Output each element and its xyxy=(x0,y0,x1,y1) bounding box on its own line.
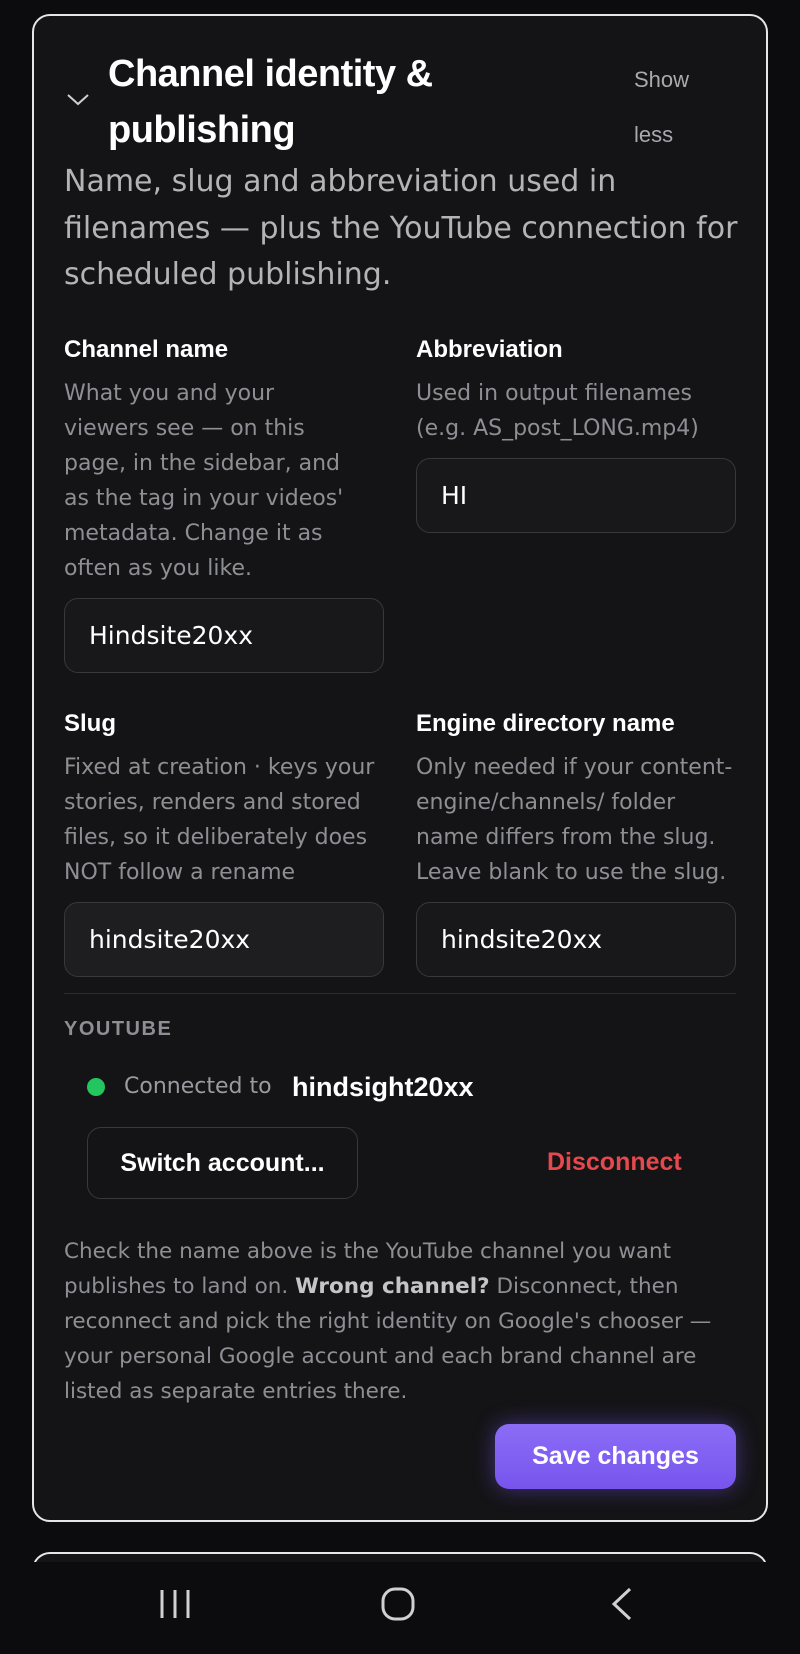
section-description: Name, slug and abbreviation used in file… xyxy=(64,164,738,292)
slug-label: Slug xyxy=(64,710,116,737)
divider xyxy=(64,993,736,994)
engine-dir-label: Engine directory name xyxy=(416,710,675,737)
youtube-help-text: Check the name above is the YouTube chan… xyxy=(64,1234,744,1409)
system-navbar xyxy=(0,1562,800,1654)
engine-dir-input[interactable]: hindsite20xx xyxy=(416,902,736,977)
engine-dir-hint: Only needed if your content-engine/chann… xyxy=(416,755,733,885)
home-icon[interactable] xyxy=(380,1586,416,1622)
slug-hint: Fixed at creation · keys your stories, r… xyxy=(64,755,375,885)
youtube-account-name: hindsight20xx xyxy=(292,1072,474,1102)
back-icon[interactable] xyxy=(608,1586,636,1622)
switch-account-button[interactable]: Switch account... xyxy=(87,1127,358,1199)
abbreviation-label: Abbreviation xyxy=(416,336,563,363)
recent-apps-icon[interactable] xyxy=(158,1586,192,1622)
abbreviation-hint: Used in output filenames (e.g. AS_post_L… xyxy=(416,381,699,441)
save-changes-button[interactable]: Save changes xyxy=(495,1424,736,1489)
chevron-down-icon[interactable] xyxy=(66,90,90,108)
slug-input: hindsite20xx xyxy=(64,902,384,977)
disconnect-button[interactable]: Disconnect xyxy=(547,1144,682,1180)
channel-name-label: Channel name xyxy=(64,336,229,363)
abbreviation-input[interactable]: HI xyxy=(416,458,736,533)
channel-name-input[interactable]: Hindsite20xx xyxy=(64,598,384,673)
channel-name-hint: What you and your viewers see — on this … xyxy=(64,381,344,581)
connected-status-icon xyxy=(87,1078,105,1096)
page: Channel identity & publishing Show less … xyxy=(0,0,800,1654)
section-title: Channel identity & publishing xyxy=(108,53,433,151)
show-less-toggle[interactable]: Show less xyxy=(634,52,724,162)
help-bold: Wrong channel? xyxy=(295,1274,490,1299)
connected-status-text: Connected to xyxy=(124,1074,272,1099)
youtube-section-label: YOUTUBE xyxy=(64,1018,173,1040)
